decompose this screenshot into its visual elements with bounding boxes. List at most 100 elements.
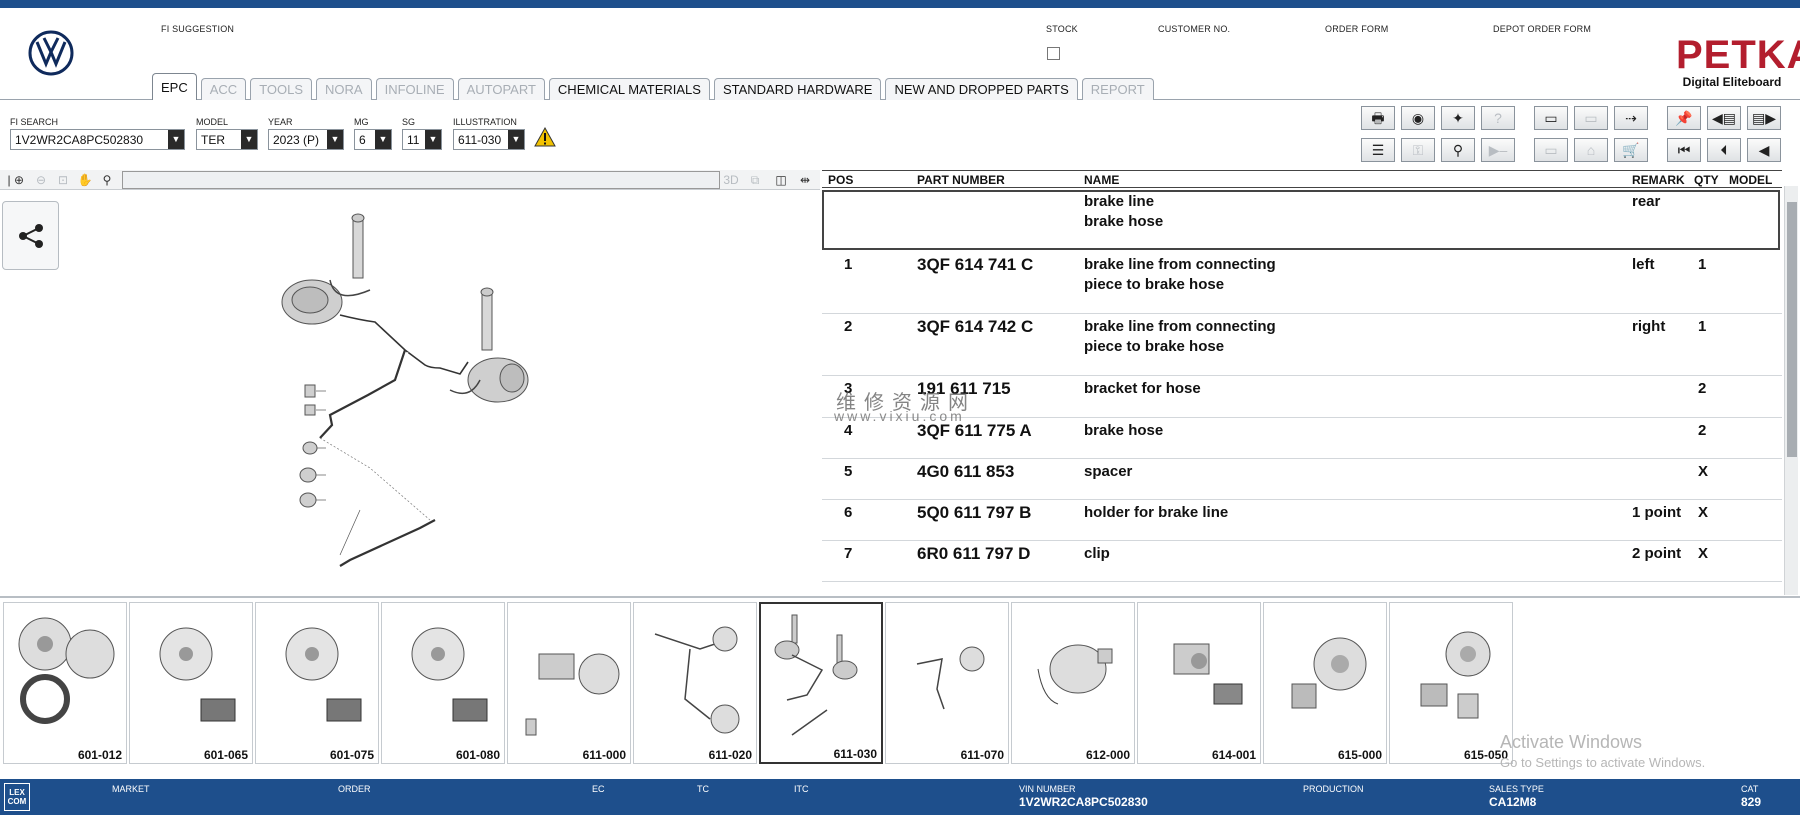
table-row[interactable]: 6 5Q0 611 797 B holder for brake line 1 … [822,500,1782,541]
production-label: PRODUCTION [1303,784,1364,794]
tab-autopart[interactable]: AUTOPART [457,78,545,100]
help-icon[interactable]: ? [1481,106,1515,130]
tab-acc[interactable]: ACC [200,78,247,100]
chevron-down-icon[interactable]: ▼ [508,130,524,149]
thumbnail-614-001[interactable]: 614-001 [1137,602,1261,764]
brake-line-exploded-diagram[interactable] [280,210,560,570]
parts-lookup-icon[interactable]: ✦ [1441,106,1475,130]
chevron-down-icon[interactable]: ▼ [241,130,257,149]
petka-brand-subtitle: Digital Eliteboard [1682,75,1782,89]
search-icon[interactable]: ⚲ [98,172,116,188]
fi-suggestion-label[interactable]: FI SUGGESTION [161,24,234,34]
depot-icon[interactable]: ▭ [1574,106,1608,130]
market-label: MARKET [112,784,150,794]
zoom-area-icon[interactable]: ⊡ [54,172,72,188]
tab-report[interactable]: REPORT [1081,78,1154,100]
row-part-number[interactable]: 4G0 611 853 [917,462,1014,482]
zoom-out-icon[interactable]: ⊖ [32,172,50,188]
brake-lines-thumb-icon [654,626,740,734]
order-form-label[interactable]: ORDER FORM [1325,24,1389,34]
cart-icon[interactable]: 🛒 [1614,138,1648,162]
elsa-icon[interactable]: ▭ [1534,106,1568,130]
tab-standard-hardware[interactable]: STANDARD HARDWARE [713,78,882,100]
illustration-select[interactable]: 611-030 ▼ [453,129,525,150]
warning-icon[interactable] [534,127,556,147]
compare-icon[interactable]: ⧉ [746,172,764,188]
customer-no-label[interactable]: CUSTOMER NO. [1158,24,1230,34]
table-row[interactable]: 1 3QF 614 741 C brake line from connecti… [822,252,1782,314]
thumbnail-611-030[interactable]: 611-030 [759,602,883,764]
fi-search-select[interactable]: 1V2WR2CA8PC502830 ▼ [10,129,185,150]
split-view-icon[interactable]: ◫ [772,172,790,188]
col-part-number[interactable]: PART NUMBER [917,173,1005,187]
chevron-down-icon[interactable]: ▼ [327,130,343,149]
model-select[interactable]: TER ▼ [196,129,258,150]
parts-scrollbar[interactable] [1784,186,1798,595]
cd-icon[interactable]: ◉ [1401,106,1435,130]
viewer-search-field[interactable] [122,171,720,189]
stock-checkbox[interactable] [1047,47,1060,60]
thumbnail-611-000[interactable]: 611-000 [507,602,631,764]
col-model[interactable]: MODEL [1729,173,1772,187]
chevron-down-icon[interactable]: ▼ [375,130,391,149]
chevron-down-icon[interactable]: ▼ [168,130,184,149]
thumbnail-601-012[interactable]: 601-012 [3,602,127,764]
first-page-icon[interactable]: ⏮ [1667,138,1701,162]
table-row[interactable]: 5 4G0 611 853 spacer X [822,459,1782,500]
row-part-number[interactable]: 3QF 611 775 A [917,421,1032,441]
print-icon[interactable]: 🖶 [1361,106,1395,130]
chevron-down-icon[interactable]: ▼ [425,130,441,149]
tab-epc[interactable]: EPC [152,73,197,101]
thumbnail-615-050[interactable]: 615-050 [1389,602,1513,764]
col-name[interactable]: NAME [1084,173,1119,187]
row-part-number[interactable]: 3QF 614 741 C [917,255,1033,275]
zoom-in-icon[interactable]: ⊕ [10,172,28,188]
page-next-doc-icon[interactable]: ▤▶ [1747,106,1781,130]
expand-icon[interactable]: ⇹ [796,172,814,188]
tab-tools[interactable]: TOOLS [250,78,313,100]
tab-nora[interactable]: NORA [316,78,372,100]
thumbnail-601-065[interactable]: 601-065 [129,602,253,764]
parts-scrollbar-thumb[interactable] [1787,202,1797,457]
table-row[interactable]: 2 3QF 614 742 C brake line from connecti… [822,314,1782,376]
terminal-icon[interactable]: ▭ [1534,138,1568,162]
prev-page-icon[interactable]: ⏴ [1707,138,1741,162]
thumbnail-label: 611-070 [960,748,1004,762]
thumbnail-612-000[interactable]: 612-000 [1011,602,1135,764]
thumbnail-615-000[interactable]: 615-000 [1263,602,1387,764]
row-name-line1: spacer [1084,463,1133,480]
year-select[interactable]: 2023 (P) ▼ [268,129,344,150]
row-part-number[interactable]: 3QF 614 742 C [917,317,1033,337]
thumbnail-611-020[interactable]: 611-020 [633,602,757,764]
thumbnail-601-080[interactable]: 601-080 [381,602,505,764]
shop-icon[interactable]: ⌂ [1574,138,1608,162]
thumbnail-611-070[interactable]: 611-070 [885,602,1009,764]
3d-view-icon[interactable]: 3D [722,172,740,188]
row-part-number[interactable]: 6R0 611 797 D [917,544,1030,564]
year-value: 2023 (P) [273,132,320,147]
depot-order-form-label[interactable]: DEPOT ORDER FORM [1493,24,1591,34]
col-remark[interactable]: REMARK [1632,173,1685,187]
thumbnail-601-075[interactable]: 601-075 [255,602,379,764]
bike-icon[interactable]: ⚲ [1441,138,1475,162]
pan-icon[interactable]: ✋ [76,172,94,188]
mg-select[interactable]: 6 ▼ [354,129,392,150]
key-icon[interactable]: ⚿ [1401,138,1435,162]
tab-new-and-dropped-parts[interactable]: NEW AND DROPPED PARTS [885,78,1078,100]
sg-select[interactable]: 11 ▼ [402,129,442,150]
cart-transfer-icon[interactable]: ⇢ [1614,106,1648,130]
table-row-group-selected[interactable]: brake line brake hose rear [822,190,1780,250]
list-view-icon[interactable]: ☰ [1361,138,1395,162]
table-row[interactable]: 4 3QF 611 775 A brake hose 2 [822,418,1782,459]
table-row[interactable]: 7 6R0 611 797 D clip 2 point X [822,541,1782,582]
pin-icon[interactable]: 📌 [1667,106,1701,130]
tab-chemical-materials[interactable]: CHEMICAL MATERIALS [548,78,710,100]
tab-infoline[interactable]: INFOLINE [375,78,454,100]
col-qty[interactable]: QTY [1694,173,1719,187]
play-dash-icon[interactable]: ▶– [1481,138,1515,162]
col-pos[interactable]: POS [828,173,853,187]
back-icon[interactable]: ◀ [1747,138,1781,162]
row-part-number[interactable]: 5Q0 611 797 B [917,503,1031,523]
share-button[interactable] [2,201,59,270]
page-prev-doc-icon[interactable]: ◀▤ [1707,106,1741,130]
